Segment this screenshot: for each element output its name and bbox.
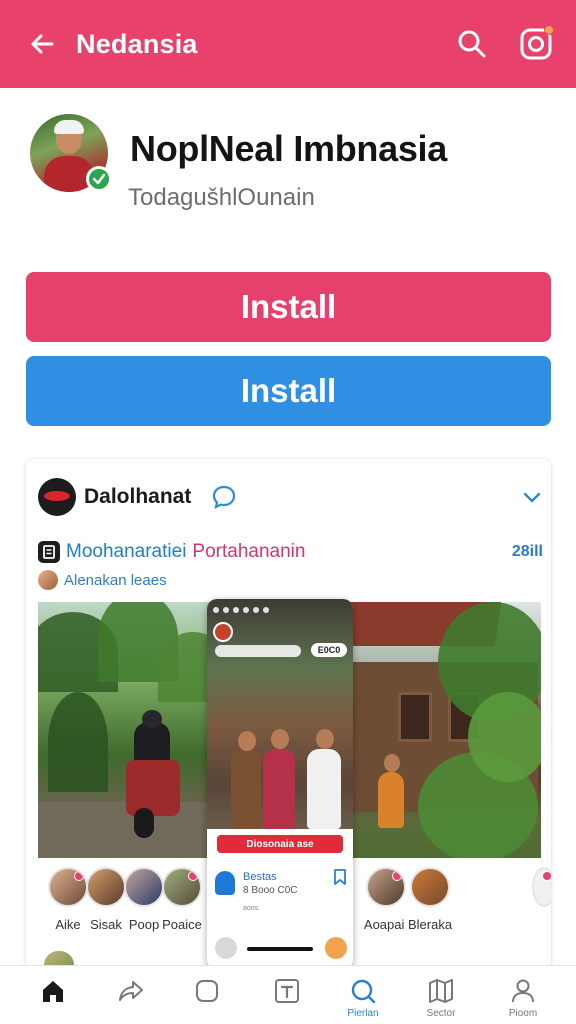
post-card: Dalolhanat Moohanaratiei Portahananin 28… [26,459,551,969]
profile-handle: TodagušhlOunain [128,184,315,211]
story-label: Aoapai Bleraka [363,917,453,932]
phone-chip: E0C0 [311,643,347,657]
phone-avatar [213,622,233,642]
story-item-partial[interactable] [532,867,551,907]
share-icon [119,981,143,1001]
post-author[interactable]: Dalolhanat [84,485,191,509]
tag-avatar [38,570,58,590]
nav-profile[interactable]: Pioom [488,976,558,1019]
phone-preview-image: E0C0 [207,599,353,829]
instagram-button[interactable] [514,22,558,66]
nav-search-label: Pierlan [347,1008,379,1019]
phone-red-label[interactable]: Diosonaia ase [217,835,343,853]
post-tag-row: Alenakan leaes [38,569,167,591]
square-icon [196,980,218,1002]
top-bar: Nedansia [0,0,576,88]
chat-bubble-icon[interactable] [211,484,237,510]
document-icon [38,541,60,563]
app-screen: Nedansia NoplNeal Imbnasia TodagušhlOuna… [0,0,576,1024]
nav-share[interactable] [96,976,166,1008]
brand-logo[interactable] [38,478,76,516]
arrow-left-icon [31,34,54,54]
back-button[interactable] [22,24,62,64]
profile-header: NoplNeal Imbnasia TodagušhlOunain [30,114,550,224]
home-icon [43,981,63,1002]
verified-badge [86,166,112,192]
search-button[interactable] [450,22,494,66]
post-count: 28ill [511,543,543,560]
profile-name: NoplNeal Imbnasia [130,128,447,169]
page-title: Nedansia [76,28,198,59]
nav-sector[interactable]: Sector [406,976,476,1019]
photo-left-scene [38,602,228,858]
nav-home[interactable] [18,976,88,1008]
nav-square[interactable] [172,976,242,1008]
stories-row: Aike Sisak Poop Poaice Aoapai Bleraka [38,867,551,957]
post-subtitle-row: Moohanaratiei Portahananin 28ill [38,539,543,565]
story-label: Poaice [162,917,202,932]
nav-sector-label: Sector [426,1008,456,1019]
post-subtitle-a: Moohanaratiei [66,541,187,562]
post-subtitle-b: Portahananin [192,541,306,562]
search-icon [458,30,486,58]
bottom-nav: Pierlan Sector Pioom [0,965,576,1024]
search-icon [351,979,376,1004]
text-box-icon [275,979,299,1003]
profile-icon [512,979,534,1003]
chevron-down-icon[interactable] [521,486,543,508]
nav-profile-label: Pioom [508,1008,538,1019]
map-icon [429,979,453,1003]
story-item[interactable]: Aoapai Bleraka [358,867,458,932]
nav-text[interactable] [252,976,322,1008]
install-button-primary[interactable]: Install [26,272,551,342]
notification-dot [544,25,554,35]
post-card-header: Dalolhanat [38,477,543,517]
post-tag[interactable]: Alenakan leaes [64,572,167,589]
nav-search[interactable]: Pierlan [328,976,398,1019]
check-icon [92,173,106,185]
install-button-secondary[interactable]: Install [26,356,551,426]
story-item[interactable]: Poaice [156,867,208,932]
